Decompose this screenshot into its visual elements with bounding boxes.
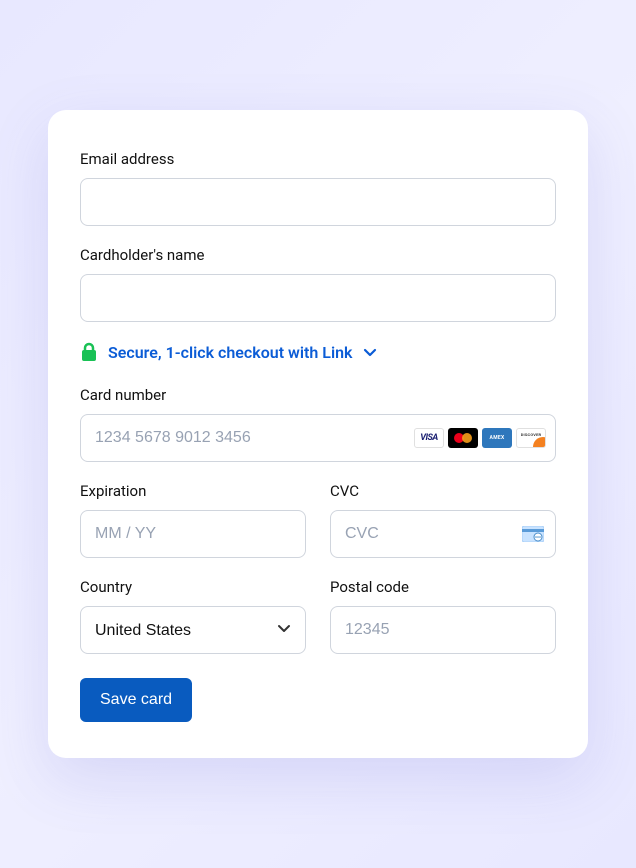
cvc-label: CVC <box>330 482 556 500</box>
secure-checkout-banner[interactable]: Secure, 1-click checkout with Link <box>80 342 556 362</box>
email-field-group: Email address <box>80 150 556 226</box>
email-label: Email address <box>80 150 556 168</box>
card-number-field-group: Card number VISA AMEX DISCOVER <box>80 386 556 462</box>
lock-icon <box>80 342 98 362</box>
email-input[interactable] <box>80 178 556 226</box>
discover-icon: DISCOVER <box>516 428 546 448</box>
cardholder-field-group: Cardholder's name <box>80 246 556 322</box>
cvc-card-icon <box>522 526 544 542</box>
country-field-group: Country United States <box>80 578 306 654</box>
mastercard-icon <box>448 428 478 448</box>
country-select[interactable]: United States <box>80 606 306 654</box>
country-label: Country <box>80 578 306 596</box>
postal-field-group: Postal code <box>330 578 556 654</box>
card-number-label: Card number <box>80 386 556 404</box>
secure-checkout-text: Secure, 1-click checkout with Link <box>108 343 352 362</box>
postal-input[interactable] <box>330 606 556 654</box>
payment-card-panel: Email address Cardholder's name Secure, … <box>48 110 588 758</box>
expiration-field-group: Expiration <box>80 482 306 558</box>
card-brand-icons: VISA AMEX DISCOVER <box>414 428 546 448</box>
cvc-field-group: CVC <box>330 482 556 558</box>
save-card-button[interactable]: Save card <box>80 678 192 722</box>
cardholder-input[interactable] <box>80 274 556 322</box>
cardholder-label: Cardholder's name <box>80 246 556 264</box>
expiration-input[interactable] <box>80 510 306 558</box>
expiration-label: Expiration <box>80 482 306 500</box>
amex-icon: AMEX <box>482 428 512 448</box>
chevron-down-icon <box>362 344 378 360</box>
visa-icon: VISA <box>414 428 444 448</box>
postal-label: Postal code <box>330 578 556 596</box>
